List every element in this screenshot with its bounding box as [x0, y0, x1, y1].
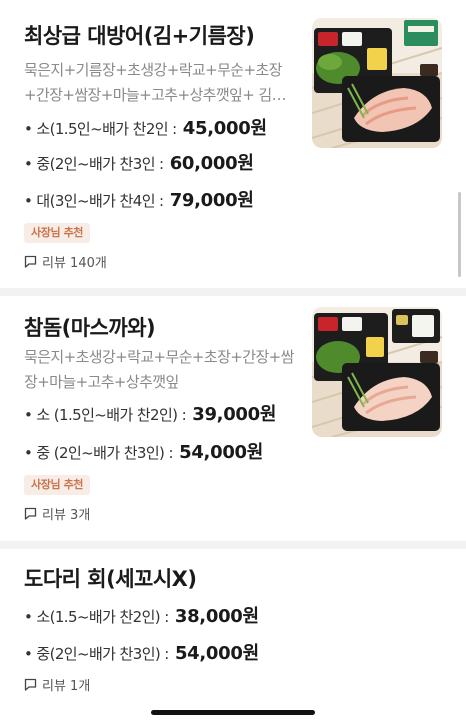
- price-option-small: • 소(1.5~배가 찬2인) : 38,000원: [24, 606, 259, 627]
- review-count: 리뷰 3개: [24, 504, 90, 523]
- speech-bubble-icon: [24, 678, 37, 691]
- price-option-large: • 대(3인~배가 찬4인 : 79,000원: [24, 190, 254, 211]
- owner-recommend-badge: 사장님 추천: [24, 475, 91, 495]
- owner-recommend-badge: 사장님 추천: [24, 223, 91, 243]
- speech-bubble-icon: [24, 255, 37, 268]
- speech-bubble-icon: [24, 507, 37, 520]
- menu-card-dodari[interactable]: 도다리 회(세꼬시X) • 소(1.5~배가 찬2인) : 38,000원 • …: [0, 549, 466, 725]
- menu-description: 묵은지+초생강+락교+무순+초장+간장+쌈 장+마늘+고추+상추깻잎: [24, 348, 294, 391]
- menu-title: 도다리 회(세꼬시X): [24, 567, 197, 591]
- review-count: 리뷰 140개: [24, 252, 107, 271]
- menu-photo[interactable]: [312, 18, 442, 148]
- menu-title: 최상급 대방어(김+기름장): [24, 24, 255, 48]
- price-option-medium: • 중(2인~배가 찬3인) : 54,000원: [24, 643, 259, 664]
- scrollbar[interactable]: [458, 192, 461, 277]
- menu-photo[interactable]: [312, 307, 442, 437]
- price-option-medium: • 중(2인~배가 찬3인 : 60,000원: [24, 153, 254, 174]
- price-option-small: • 소(1.5인~배가 찬2인 : 45,000원: [24, 118, 267, 139]
- menu-card-daebangeo[interactable]: 최상급 대방어(김+기름장) 묵은지+기름장+초생강+락교+무순+초장 +간장+…: [0, 0, 466, 288]
- home-indicator[interactable]: [151, 710, 315, 715]
- menu-card-chamdom[interactable]: 참돔(마스까와) 묵은지+초생강+락교+무순+초장+간장+쌈 장+마늘+고추+상…: [0, 296, 466, 541]
- menu-title: 참돔(마스까와): [24, 316, 156, 340]
- review-count: 리뷰 1개: [24, 675, 90, 694]
- price-option-small: • 소 (1.5인~배가 찬2인) : 39,000원: [24, 404, 277, 425]
- menu-description: 묵은지+기름장+초생강+락교+무순+초장 +간장+쌈장+마늘+고추+상추깻잎+ …: [24, 61, 296, 104]
- price-option-medium: • 중 (2인~배가 찬3인) : 54,000원: [24, 442, 264, 463]
